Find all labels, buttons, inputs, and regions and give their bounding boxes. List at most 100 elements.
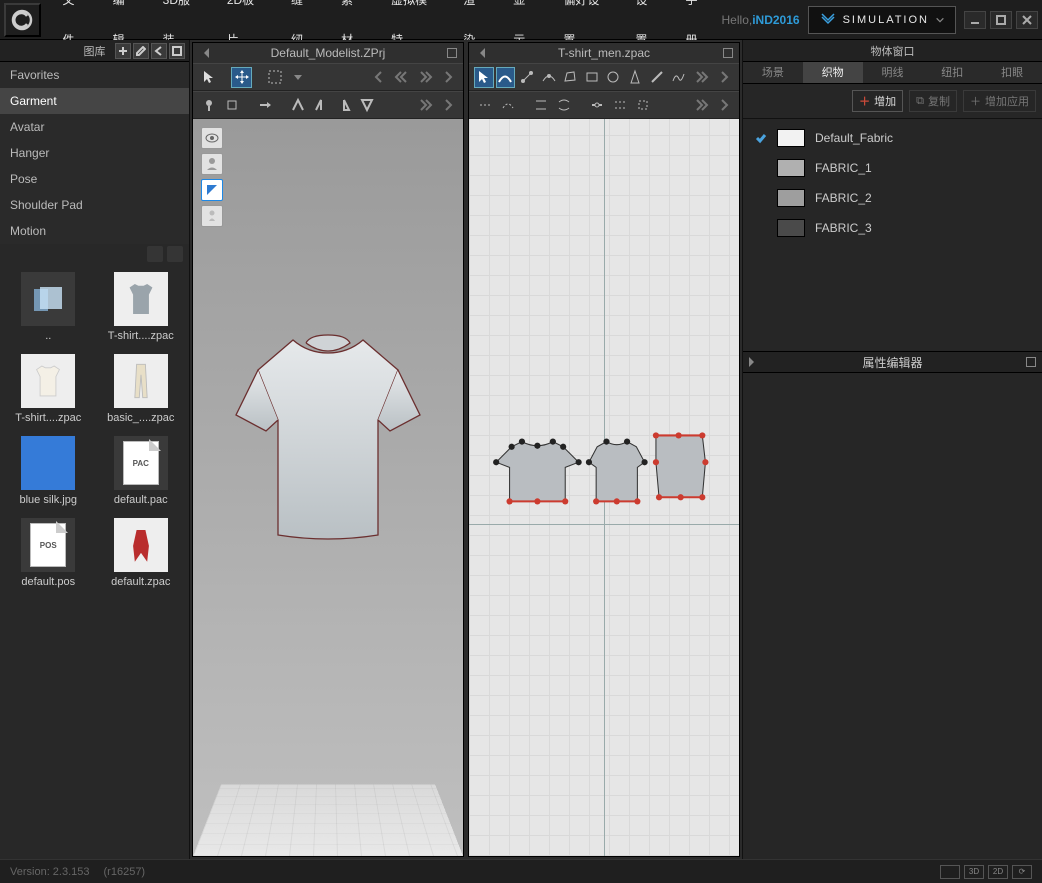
- show-avatar-icon[interactable]: [201, 153, 223, 175]
- check-icon[interactable]: [755, 192, 767, 204]
- view-btn-refresh[interactable]: ⟳: [1012, 865, 1032, 879]
- check-icon[interactable]: [755, 162, 767, 174]
- category-pose[interactable]: Pose: [0, 166, 189, 192]
- sew-tool1-icon[interactable]: [474, 95, 495, 116]
- fabric-swatch[interactable]: [777, 219, 805, 237]
- library-item-up[interactable]: ..: [4, 272, 93, 342]
- edit-point-tool-icon[interactable]: [474, 67, 494, 88]
- library-add-button[interactable]: [115, 43, 131, 59]
- edit-curve-tool-icon[interactable]: [496, 67, 516, 88]
- sew-tool5-icon[interactable]: [586, 95, 607, 116]
- category-shoulder-pad[interactable]: Shoulder Pad: [0, 192, 189, 218]
- tab-button[interactable]: 纽扣: [922, 62, 982, 83]
- sew-tool7-icon[interactable]: [632, 95, 653, 116]
- nav-next4-icon[interactable]: [437, 95, 458, 116]
- tab-topstitch[interactable]: 明线: [863, 62, 923, 83]
- check-icon[interactable]: [755, 132, 767, 144]
- maximize-button[interactable]: [990, 11, 1012, 29]
- tshirt-3d-model[interactable]: [228, 325, 428, 555]
- category-hanger[interactable]: Hanger: [0, 140, 189, 166]
- sew-tool3-icon[interactable]: [530, 95, 551, 116]
- nav2b-next2-icon[interactable]: [690, 95, 711, 116]
- move-tool-icon[interactable]: [231, 67, 252, 88]
- add-apply-fabric-button[interactable]: ＋增加应用: [963, 90, 1036, 112]
- fold-tool1-icon[interactable]: [287, 95, 308, 116]
- refresh-icon[interactable]: [147, 246, 163, 262]
- fabric-swatch[interactable]: [777, 129, 805, 147]
- viewport-3d-canvas[interactable]: [193, 119, 463, 856]
- line-tool-icon[interactable]: [647, 67, 667, 88]
- library-item-default-pos[interactable]: POS default.pos: [4, 518, 93, 588]
- library-back-button[interactable]: [151, 43, 167, 59]
- maximize-viewport-2d-icon[interactable]: [723, 48, 733, 58]
- library-item-default-zpac[interactable]: default.zpac: [97, 518, 186, 588]
- detach-property-icon[interactable]: [1026, 357, 1036, 367]
- library-minimize-button[interactable]: [169, 43, 185, 59]
- select-tool-icon[interactable]: [198, 67, 219, 88]
- fabric-row-2[interactable]: FABRIC_2: [743, 183, 1042, 213]
- fold-tool3-icon[interactable]: [333, 95, 354, 116]
- fabric-swatch[interactable]: [777, 189, 805, 207]
- fold-tool4-icon[interactable]: [356, 95, 377, 116]
- fold-tool2-icon[interactable]: [310, 95, 331, 116]
- nav2b-next-icon[interactable]: [713, 95, 734, 116]
- nav-next2-icon[interactable]: [414, 67, 435, 88]
- view-btn-1[interactable]: [940, 865, 960, 879]
- nav-next-icon[interactable]: [437, 67, 458, 88]
- minimize-button[interactable]: [964, 11, 986, 29]
- simulation-button[interactable]: SIMULATION: [808, 6, 956, 34]
- freeline-tool-icon[interactable]: [668, 67, 688, 88]
- tab-buttonhole[interactable]: 扣眼: [982, 62, 1042, 83]
- collapse-2d-icon[interactable]: [475, 48, 485, 58]
- show-garment-icon[interactable]: [201, 127, 223, 149]
- category-garment[interactable]: Garment: [0, 88, 189, 114]
- marquee-tool-icon[interactable]: [264, 67, 285, 88]
- fabric-row-3[interactable]: FABRIC_3: [743, 213, 1042, 243]
- sew-tool6-icon[interactable]: [609, 95, 630, 116]
- view-btn-3d[interactable]: 3D: [964, 865, 984, 879]
- polygon-tool-icon[interactable]: [560, 67, 580, 88]
- category-avatar[interactable]: Avatar: [0, 114, 189, 140]
- copy-fabric-button[interactable]: ⧉复制: [909, 90, 957, 112]
- maximize-viewport-icon[interactable]: [447, 48, 457, 58]
- circle-tool-icon[interactable]: [604, 67, 624, 88]
- category-favorites[interactable]: Favorites: [0, 62, 189, 88]
- fabric-row-default[interactable]: Default_Fabric: [743, 123, 1042, 153]
- nav-prev2-icon[interactable]: [391, 67, 412, 88]
- nav-prev-icon[interactable]: [368, 67, 389, 88]
- fabric-swatch[interactable]: [777, 159, 805, 177]
- show-bones-icon[interactable]: [201, 205, 223, 227]
- pattern-pieces[interactable]: [491, 421, 718, 514]
- align-tool-icon[interactable]: [254, 95, 275, 116]
- curve-point-tool-icon[interactable]: [539, 67, 559, 88]
- pin-tool-icon[interactable]: [198, 95, 219, 116]
- library-item-blue-silk[interactable]: blue silk.jpg: [4, 436, 93, 506]
- user-name[interactable]: iND2016: [752, 13, 799, 27]
- library-item-default-pac[interactable]: PAC default.pac: [97, 436, 186, 506]
- library-item-pants[interactable]: basic_....zpac: [97, 354, 186, 424]
- nav2-next-icon[interactable]: [713, 67, 734, 88]
- collapse-icon[interactable]: [199, 48, 209, 58]
- view-btn-2d[interactable]: 2D: [988, 865, 1008, 879]
- rect-tool-icon[interactable]: [582, 67, 602, 88]
- sew-tool2-icon[interactable]: [497, 95, 518, 116]
- list-view-icon[interactable]: [167, 246, 183, 262]
- close-button[interactable]: [1016, 11, 1038, 29]
- add-fabric-button[interactable]: ＋增加: [852, 90, 903, 112]
- tab-fabric[interactable]: 织物: [803, 62, 863, 83]
- nav-next3-icon[interactable]: [414, 95, 435, 116]
- nav2-next2-icon[interactable]: [690, 67, 711, 88]
- tab-scene[interactable]: 场景: [743, 62, 803, 83]
- viewport-2d-canvas[interactable]: [469, 119, 739, 856]
- show-texture-icon[interactable]: [201, 179, 223, 201]
- tack-tool-icon[interactable]: [221, 95, 242, 116]
- dart-tool-icon[interactable]: [625, 67, 645, 88]
- add-point-tool-icon[interactable]: [517, 67, 537, 88]
- sew-tool4-icon[interactable]: [553, 95, 574, 116]
- fabric-row-1[interactable]: FABRIC_1: [743, 153, 1042, 183]
- library-item-tshirt-grey[interactable]: T-shirt....zpac: [97, 272, 186, 342]
- category-motion[interactable]: Motion: [0, 218, 189, 244]
- library-item-tshirt-white[interactable]: T-shirt....zpac: [4, 354, 93, 424]
- check-icon[interactable]: [755, 222, 767, 234]
- library-edit-button[interactable]: [133, 43, 149, 59]
